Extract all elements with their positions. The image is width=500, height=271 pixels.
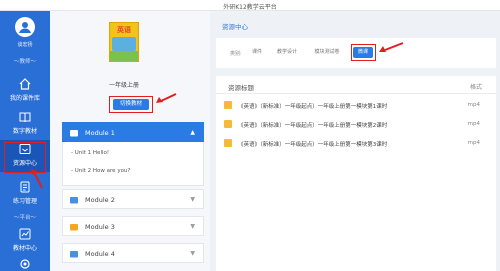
page-title: 资源中心 bbox=[222, 23, 248, 31]
module-label: Module 4 bbox=[85, 250, 115, 258]
chevron-up-icon: ▲ bbox=[190, 129, 195, 136]
highlight-box-chip bbox=[351, 44, 376, 61]
avatar[interactable] bbox=[15, 17, 35, 37]
sidebar-item-label: 我的课件库 bbox=[9, 95, 40, 102]
sidebar-item-digital-textbook[interactable]: 数字教材 bbox=[0, 108, 50, 140]
folder-icon bbox=[70, 224, 78, 231]
window-title: 外研K12教学云平台 bbox=[223, 4, 277, 11]
user-name: 谈宏扬 bbox=[17, 42, 33, 48]
video-file-icon bbox=[224, 120, 232, 128]
unit-label: Unit 1 Hello! bbox=[74, 150, 110, 156]
sidebar-item-courseware[interactable]: 我的课件库 bbox=[0, 75, 50, 107]
resource-title: 《英语》（新标准）一年级起点）一年级上册第一模块第1课时 bbox=[238, 104, 388, 110]
module-item-1[interactable]: Module 1 ▲ bbox=[62, 122, 204, 142]
unit-label: Unit 2 How are you? bbox=[74, 168, 131, 174]
resource-row[interactable]: 《英语》（新标准）一年级起点）一年级上册第一模块第2课时 mp4 bbox=[216, 115, 496, 134]
module-units: - Unit 1 Hello! - Unit 2 How are you? bbox=[62, 142, 204, 186]
video-file-icon bbox=[224, 101, 232, 109]
highlight-box-switch bbox=[109, 96, 153, 113]
module-item-2[interactable]: Module 2 ▼ bbox=[62, 189, 204, 209]
sidebar-item-label: 练习管理 bbox=[12, 198, 37, 205]
home-icon bbox=[19, 78, 31, 90]
resource-format: mp4 bbox=[467, 140, 480, 146]
sidebar-item-label: 数字教材 bbox=[12, 128, 37, 135]
chevron-down-icon: ▼ bbox=[190, 250, 195, 257]
chip-teaching-design[interactable]: 教学设计 bbox=[274, 47, 300, 58]
annotation-arrow-sidebar bbox=[31, 169, 43, 189]
resource-format: mp4 bbox=[467, 121, 480, 127]
folder-icon bbox=[70, 251, 78, 258]
filter-label: 类别: bbox=[230, 51, 242, 57]
chevron-down-icon: ▼ bbox=[190, 196, 195, 203]
section-platform: ～平台～ bbox=[13, 215, 36, 221]
chart-icon bbox=[19, 228, 31, 240]
module-label: Module 2 bbox=[85, 196, 115, 204]
header-title: 资源标题 bbox=[228, 84, 254, 92]
textbook-cover: 英语 bbox=[109, 22, 139, 62]
folder-icon bbox=[70, 130, 78, 137]
annotation-arrow-switch bbox=[156, 93, 177, 103]
user-icon bbox=[19, 22, 31, 33]
book-icon bbox=[19, 112, 31, 123]
chevron-down-icon: ▼ bbox=[190, 223, 195, 230]
module-label: Module 1 bbox=[85, 129, 115, 137]
sidebar-item-label: 教材中心 bbox=[12, 245, 37, 252]
textbook-grade: 一年级上册 bbox=[108, 82, 139, 89]
sidebar: 谈宏扬 ～教师～ 我的课件库 数字教材 资源中心 练习管理 ～平台～ 教材中心 bbox=[0, 11, 50, 271]
annotation-arrow-chip bbox=[379, 42, 404, 52]
cover-illustration bbox=[112, 37, 136, 51]
section-teacher: ～教师～ bbox=[13, 59, 36, 65]
resource-row[interactable]: 《英语》（新标准）一年级起点）一年级上册第一模块第1课时 mp4 bbox=[216, 96, 496, 115]
folder-icon bbox=[70, 197, 78, 204]
list-header: 资源标题 格式 bbox=[216, 76, 496, 94]
cover-ground bbox=[110, 51, 138, 61]
resource-format: mp4 bbox=[467, 102, 480, 108]
video-file-icon bbox=[224, 139, 232, 147]
module-label: Module 3 bbox=[85, 223, 115, 231]
window-titlebar: 外研K12教学云平台 bbox=[0, 0, 500, 11]
cover-title: 英语 bbox=[117, 26, 131, 34]
header-format: 格式 bbox=[469, 84, 482, 91]
sidebar-item-textbook-center[interactable]: 教材中心 bbox=[0, 225, 50, 257]
module-item-4[interactable]: Module 4 ▼ bbox=[62, 243, 204, 263]
settings-icon[interactable] bbox=[19, 258, 31, 270]
chip-courseware[interactable]: 课件 bbox=[250, 47, 264, 58]
main-header: 资源中心 bbox=[216, 17, 496, 31]
module-item-3[interactable]: Module 3 ▼ bbox=[62, 216, 204, 236]
unit-item[interactable]: - Unit 1 Hello! bbox=[71, 150, 109, 156]
resource-row[interactable]: 《英语》（新标准）一年级起点）一年级上册第一模块第3课时 mp4 bbox=[216, 134, 496, 153]
resource-title: 《英语》（新标准）一年级起点）一年级上册第一模块第2课时 bbox=[238, 123, 388, 129]
unit-item[interactable]: - Unit 2 How are you? bbox=[71, 168, 130, 174]
chip-module-test[interactable]: 模块测试卷 bbox=[310, 47, 344, 58]
resource-list: 资源标题 格式 《英语》（新标准）一年级起点）一年级上册第一模块第1课时 mp4… bbox=[216, 76, 496, 271]
resource-title: 《英语》（新标准）一年级起点）一年级上册第一模块第3课时 bbox=[238, 142, 388, 148]
